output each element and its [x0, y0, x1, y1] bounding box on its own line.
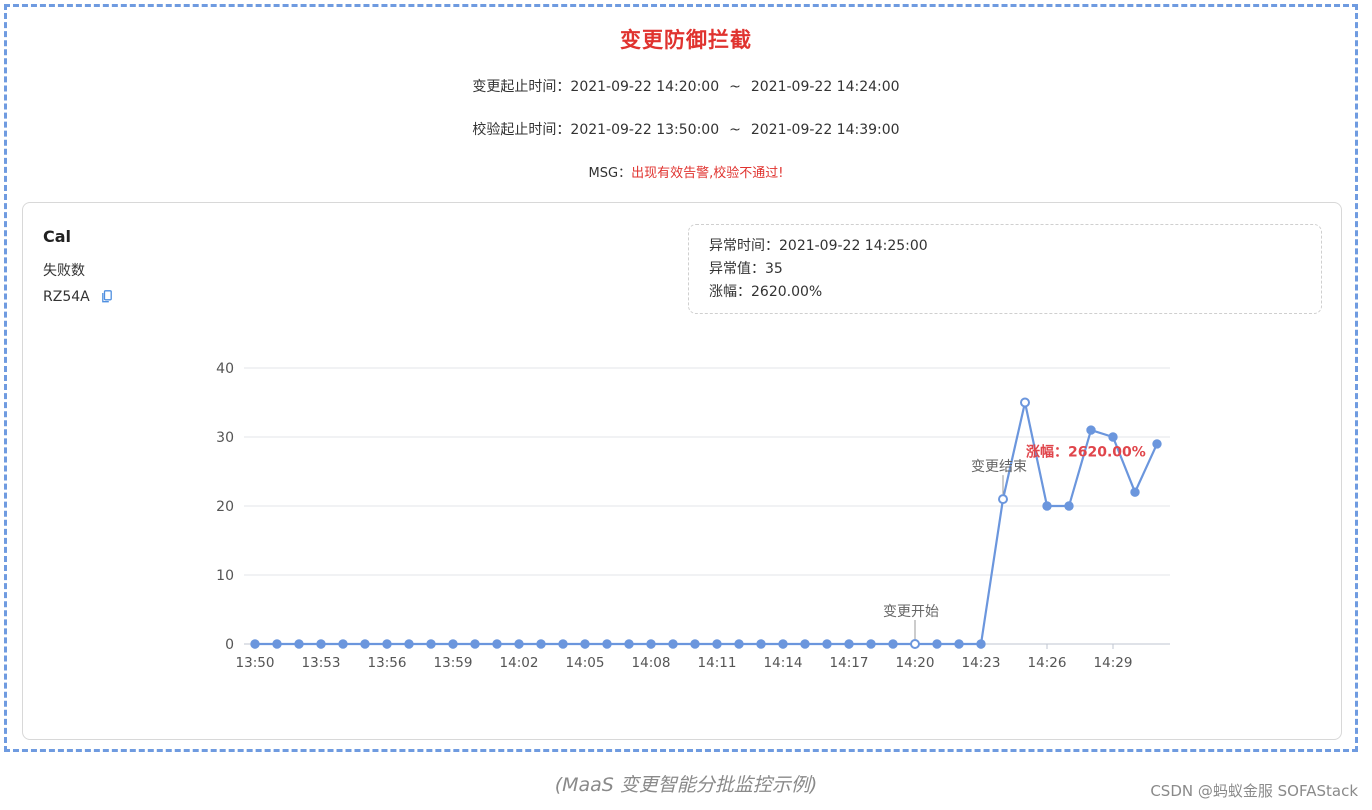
data-point	[932, 639, 942, 649]
data-point	[910, 639, 920, 649]
change-annotation: 变更结束	[971, 459, 1027, 475]
failure-count-line-chart: 0 10 20 30 40 13:50 13:53 13:56 13:59 14:02 14:05 1…	[216, 361, 1170, 671]
data-point	[800, 639, 810, 649]
data-point	[602, 639, 612, 649]
data-point	[250, 639, 260, 649]
data-point	[624, 639, 634, 649]
y-tick-label: 20	[216, 499, 234, 515]
data-point	[734, 639, 744, 649]
x-tick-label: 14:17	[830, 655, 869, 671]
data-point	[536, 639, 546, 649]
x-tick-label: 13:50	[236, 655, 275, 671]
data-point	[1042, 501, 1052, 511]
data-point	[514, 639, 524, 649]
data-point	[976, 639, 986, 649]
data-point	[1064, 501, 1074, 511]
x-tick-label: 14:11	[698, 655, 737, 671]
data-point	[888, 639, 898, 649]
data-point	[1130, 487, 1140, 497]
data-point	[316, 639, 326, 649]
x-tick-label: 14:02	[500, 655, 539, 671]
data-point	[1020, 397, 1030, 408]
data-point	[360, 639, 370, 649]
data-point	[866, 639, 876, 649]
data-point	[712, 639, 722, 649]
watermark: CSDN @蚂蚁金服 SOFAStack	[1150, 782, 1358, 800]
x-tick-label: 13:59	[434, 655, 473, 671]
y-tick-label: 0	[225, 637, 234, 653]
x-tick-label: 14:29	[1094, 655, 1133, 671]
data-point	[646, 639, 656, 649]
data-point	[448, 639, 458, 649]
data-point	[492, 639, 502, 649]
data-point	[558, 639, 568, 649]
y-tick-label: 30	[216, 430, 234, 446]
x-tick-label: 14:05	[566, 655, 605, 671]
data-point	[1086, 425, 1096, 435]
y-tick-label: 40	[216, 361, 234, 377]
x-tick-label: 14:26	[1028, 655, 1067, 671]
data-point	[998, 494, 1008, 505]
x-tick-label: 14:08	[632, 655, 671, 671]
data-point	[690, 639, 700, 649]
data-point	[426, 639, 436, 649]
data-point	[1152, 439, 1162, 449]
data-point	[1108, 432, 1118, 442]
change-rate-annotation: 涨幅：2620.00%	[1026, 444, 1146, 461]
data-point	[844, 639, 854, 649]
series-line	[255, 401, 1159, 646]
data-point	[294, 639, 304, 649]
x-tick-label: 14:20	[896, 655, 935, 671]
data-point	[470, 639, 480, 649]
data-point	[668, 639, 678, 649]
data-point	[778, 639, 788, 649]
y-tick-label: 10	[216, 568, 234, 584]
x-tick-label: 14:23	[962, 655, 1001, 671]
change-annotation: 变更开始	[883, 604, 939, 620]
data-point	[338, 639, 348, 649]
x-tick-label: 14:14	[764, 655, 803, 671]
x-tick-label: 13:56	[368, 655, 407, 671]
data-point	[822, 639, 832, 649]
data-point	[954, 639, 964, 649]
x-tick-label: 13:53	[302, 655, 341, 671]
data-point	[404, 639, 414, 649]
data-point	[382, 639, 392, 649]
data-point	[756, 639, 766, 649]
data-point	[580, 639, 590, 649]
data-point	[272, 639, 282, 649]
